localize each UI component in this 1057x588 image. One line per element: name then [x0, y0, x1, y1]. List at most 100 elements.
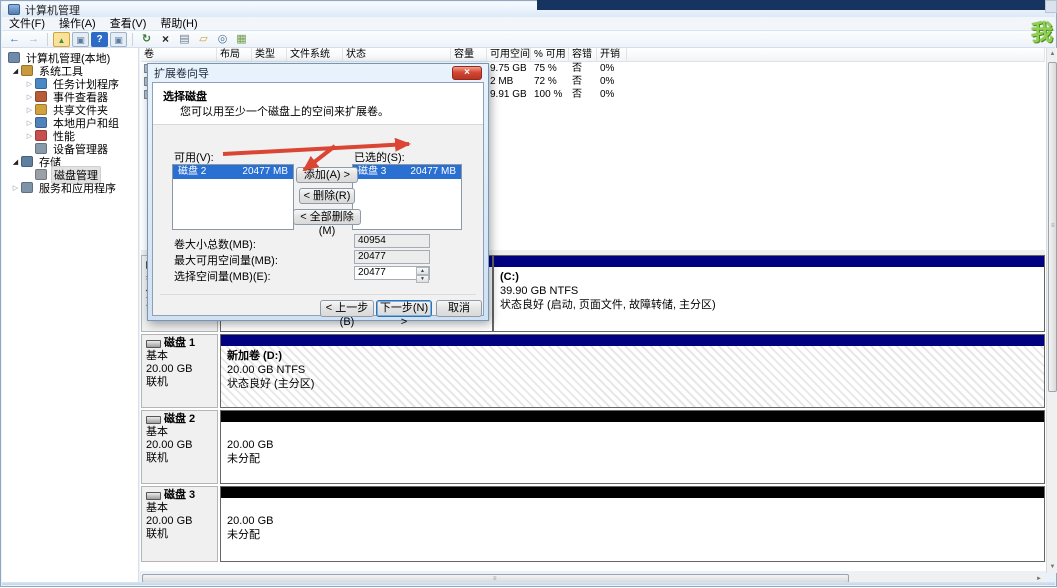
sidebar-item-services-applications[interactable]: ▷ 服务和应用程序 — [2, 181, 138, 194]
available-item-disk2[interactable]: 磁盘 2 20477 MB — [173, 165, 293, 179]
expand-icon[interactable]: ◢ — [10, 158, 21, 166]
disk0-partition-c[interactable]: (C:) 39.90 GB NTFS 状态良好 (启动, 页面文件, 故障转储,… — [493, 255, 1045, 332]
system-tools-icon — [21, 65, 33, 76]
action-pane-icon[interactable]: ▣ — [110, 32, 127, 47]
column-capacity[interactable]: 容量 — [451, 48, 487, 62]
menu-view[interactable]: 查看(V) — [103, 17, 154, 31]
selected-listbox[interactable]: 磁盘 3 20477 MB — [352, 164, 462, 230]
free-space-value: 2 MB — [487, 75, 531, 88]
disk-status: 联机 — [146, 528, 217, 541]
partition-label: (C:) — [500, 270, 1038, 284]
forward-icon[interactable]: → — [25, 32, 42, 47]
disk3-label[interactable]: 磁盘 3 基本 20.00 GB 联机 — [141, 486, 218, 562]
unallocated-label: 未分配 — [227, 528, 1038, 542]
event-viewer-icon — [35, 91, 47, 102]
spin-up-icon[interactable]: ▲ — [416, 267, 429, 275]
total-volume-size-label: 卷大小总数(MB): — [174, 236, 256, 252]
storage-icon — [21, 156, 33, 167]
add-button[interactable]: 添加(A) > — [296, 167, 358, 183]
computer-management-window: 计算机管理 文件(F) 操作(A) 查看(V) 帮助(H) ← → ▲ ▣ ? … — [0, 0, 1057, 587]
expand-icon[interactable]: ▷ — [24, 93, 35, 101]
column-percent-free[interactable]: % 可用 — [531, 48, 569, 62]
task-scheduler-icon — [35, 78, 47, 89]
watermark-text: 我 — [1031, 15, 1053, 47]
available-label: 可用(V): — [174, 149, 214, 165]
vertical-scroll-thumb[interactable]: ≡ — [1048, 62, 1057, 392]
disk-icon — [146, 340, 161, 348]
fault-tolerance-value: 否 — [569, 75, 597, 88]
search-icon[interactable]: ◎ — [214, 32, 231, 47]
disk1-partition-d[interactable]: 新加卷 (D:) 20.00 GB NTFS 状态良好 (主分区) — [220, 334, 1045, 408]
close-icon[interactable]: × — [452, 66, 482, 80]
help-icon[interactable]: ? — [91, 32, 108, 47]
column-overhead[interactable]: 开销 — [597, 48, 627, 62]
remove-button[interactable]: < 删除(R) — [299, 188, 355, 204]
column-status[interactable]: 状态 — [343, 48, 451, 62]
menu-action[interactable]: 操作(A) — [52, 17, 103, 31]
unallocated-size: 20.00 GB — [227, 438, 1038, 452]
free-space-value: 9.75 GB — [487, 62, 531, 75]
next-button[interactable]: 下一步(N) > — [376, 300, 432, 317]
extend-volume-wizard-dialog: 扩展卷向导 × 选择磁盘 您可以用至少一个磁盘上的空间来扩展卷。 可用(V): … — [147, 63, 489, 321]
disk2-label[interactable]: 磁盘 2 基本 20.00 GB 联机 — [141, 410, 218, 484]
expand-icon[interactable]: ◢ — [10, 67, 21, 75]
percent-free-value: 100 % — [531, 88, 569, 101]
disk-size: 20.00 GB — [146, 515, 217, 528]
window-title: 计算机管理 — [25, 2, 80, 18]
select-space-amount-input[interactable]: 20477 ▲ ▼ — [354, 266, 430, 280]
unallocated-label: 未分配 — [227, 452, 1038, 466]
open-folder-icon[interactable]: ▱ — [195, 32, 212, 47]
delete-icon[interactable]: × — [157, 32, 174, 47]
menu-bar: 文件(F) 操作(A) 查看(V) 帮助(H) — [2, 17, 1055, 31]
disk-kind: 基本 — [146, 426, 217, 439]
column-fault-tolerance[interactable]: 容错 — [569, 48, 597, 62]
local-users-icon — [35, 117, 47, 128]
remove-all-button[interactable]: < 全部删除(M) — [293, 209, 361, 225]
cancel-button[interactable]: 取消 — [436, 300, 482, 317]
spin-down-icon[interactable]: ▼ — [416, 275, 429, 283]
back-icon[interactable]: ← — [6, 32, 23, 47]
disk3-unallocated[interactable]: 20.00 GB 未分配 — [220, 486, 1045, 562]
partition-color-bar — [221, 335, 1044, 346]
max-available-space-label: 最大可用空间量(MB): — [174, 252, 278, 268]
properties-icon[interactable]: ▤ — [176, 32, 193, 47]
partition-status: 状态良好 (启动, 页面文件, 故障转储, 主分区) — [500, 298, 1038, 312]
sidebar-item-device-manager[interactable]: 设备管理器 — [2, 142, 138, 155]
scroll-up-icon[interactable]: ▲ — [1047, 48, 1057, 60]
vertical-scrollbar[interactable]: ▲ ≡ ▼ — [1046, 48, 1057, 573]
max-available-space-value: 20477 — [354, 250, 430, 264]
spinner: ▲ ▼ — [416, 267, 429, 279]
dialog-separator — [160, 294, 476, 295]
available-listbox[interactable]: 磁盘 2 20477 MB — [172, 164, 294, 230]
settings-icon[interactable]: ▦ — [233, 32, 250, 47]
column-volume[interactable]: 卷 — [141, 48, 217, 62]
selected-item-disk3[interactable]: 磁盘 3 20477 MB — [353, 165, 461, 179]
expand-icon[interactable]: ▷ — [24, 106, 35, 114]
disk-row-1: 磁盘 1 基本 20.00 GB 联机 新加卷 (D:) 20.00 GB NT… — [141, 334, 1045, 408]
column-type[interactable]: 类型 — [252, 48, 287, 62]
console-tree-icon[interactable]: ▣ — [72, 32, 89, 47]
expand-icon[interactable]: ▷ — [24, 80, 35, 88]
disk-icon — [146, 416, 161, 424]
column-filesystem[interactable]: 文件系统 — [287, 48, 343, 62]
partition-size: 39.90 GB NTFS — [500, 284, 1038, 298]
column-free-space[interactable]: 可用空间 — [487, 48, 531, 62]
unallocated-size: 20.00 GB — [227, 514, 1038, 528]
expand-icon[interactable]: ▷ — [24, 119, 35, 127]
dialog-heading: 选择磁盘 — [163, 88, 207, 104]
disk1-label[interactable]: 磁盘 1 基本 20.00 GB 联机 — [141, 334, 218, 408]
expand-icon[interactable]: ▷ — [10, 184, 21, 192]
disk-status: 联机 — [146, 452, 217, 465]
expand-icon[interactable]: ▷ — [24, 132, 35, 140]
partition-color-bar — [494, 256, 1044, 267]
menu-help[interactable]: 帮助(H) — [153, 17, 204, 31]
menu-file[interactable]: 文件(F) — [2, 17, 52, 31]
performance-icon — [35, 130, 47, 141]
scroll-down-icon[interactable]: ▼ — [1047, 561, 1057, 573]
background-artifact-corner — [1045, 0, 1057, 13]
refresh-icon[interactable]: ↻ — [138, 32, 155, 47]
back-button[interactable]: < 上一步(B) — [320, 300, 374, 317]
folder-up-icon[interactable]: ▲ — [53, 32, 70, 47]
disk2-unallocated[interactable]: 20.00 GB 未分配 — [220, 410, 1045, 484]
column-layout[interactable]: 布局 — [217, 48, 252, 62]
